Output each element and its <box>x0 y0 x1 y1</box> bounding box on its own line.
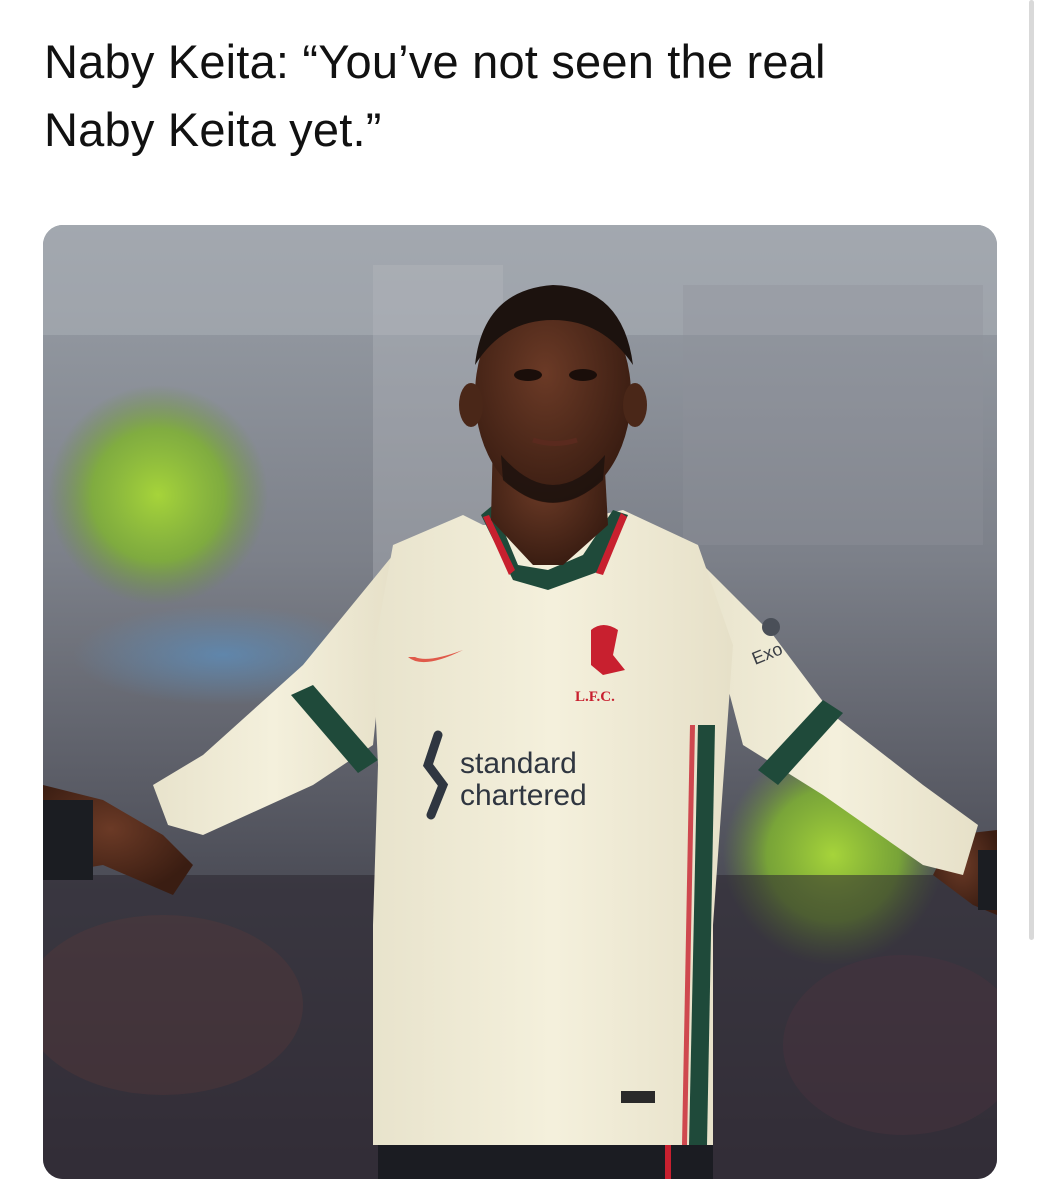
sponsor-line-1: standard <box>460 747 577 780</box>
sponsor-line-2: chartered <box>460 779 587 812</box>
post-text-line-2: Naby Keita yet.” <box>44 103 382 156</box>
shirt-tag-icon <box>621 1091 655 1103</box>
player-photo: L.F.C. standard chartered Exo <box>43 225 997 1179</box>
crest-text: L.F.C. <box>575 689 615 705</box>
sleeve-badge-icon <box>762 618 780 636</box>
post-image[interactable]: L.F.C. standard chartered Exo <box>43 225 997 1179</box>
post-text-line-1: Naby Keita: “You’ve not seen the real <box>44 35 826 88</box>
scrollbar[interactable] <box>1029 0 1034 940</box>
post-text: Naby Keita: “You’ve not seen the real Na… <box>44 28 994 164</box>
